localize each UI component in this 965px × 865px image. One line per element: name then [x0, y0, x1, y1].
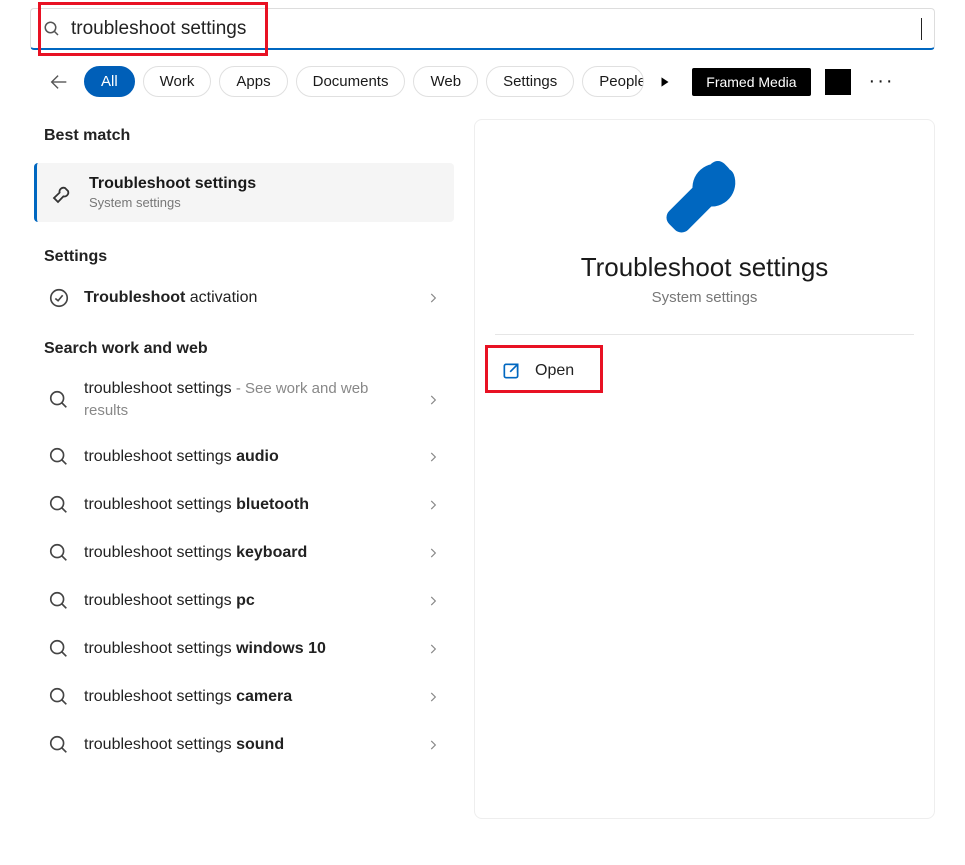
wrench-icon — [51, 181, 75, 205]
web-result-2[interactable]: troubleshoot settings bluetooth — [34, 481, 454, 529]
filter-documents[interactable]: Documents — [296, 66, 406, 97]
search-icon — [48, 590, 70, 612]
check-circle-icon — [48, 287, 70, 309]
search-bar[interactable]: troubleshoot settings — [30, 8, 935, 50]
chevron-right-icon — [426, 393, 440, 407]
section-search-work-web: Search work and web — [34, 332, 454, 366]
settings-result-text: Troubleshoot activation — [84, 289, 412, 307]
text-cursor — [921, 18, 922, 40]
best-match-title: Troubleshoot settings — [89, 175, 256, 193]
framed-media-chip[interactable]: Framed Media — [692, 68, 810, 96]
web-results-list: troubleshoot settings - See work and web… — [34, 366, 454, 769]
more-options[interactable]: ··· — [869, 70, 895, 93]
search-icon — [48, 686, 70, 708]
chevron-right-icon — [426, 291, 440, 305]
chevron-right-icon — [426, 594, 440, 608]
triangle-right-icon — [658, 75, 672, 89]
preview-pane: Troubleshoot settings System settings Op… — [474, 119, 935, 819]
search-icon — [48, 542, 70, 564]
web-result-3[interactable]: troubleshoot settings keyboard — [34, 529, 454, 577]
open-action-wrap: Open — [495, 351, 914, 391]
web-result-text: troubleshoot settings sound — [84, 734, 412, 756]
web-result-text: troubleshoot settings - See work and web… — [84, 378, 412, 421]
search-icon — [43, 20, 61, 38]
best-match-result[interactable]: Troubleshoot settings System settings — [34, 163, 454, 222]
filter-people[interactable]: People — [582, 66, 644, 97]
back-arrow-icon[interactable] — [48, 71, 70, 93]
search-icon — [48, 734, 70, 756]
search-input[interactable]: troubleshoot settings — [71, 18, 921, 40]
web-result-text: troubleshoot settings pc — [84, 590, 412, 612]
web-result-text: troubleshoot settings bluetooth — [84, 494, 412, 516]
open-external-icon — [501, 361, 521, 381]
filter-settings[interactable]: Settings — [486, 66, 574, 97]
best-match-subtitle: System settings — [89, 195, 256, 210]
filter-apps[interactable]: Apps — [219, 66, 287, 97]
filter-all[interactable]: All — [84, 66, 135, 97]
web-result-text: troubleshoot settings windows 10 — [84, 638, 412, 660]
web-result-6[interactable]: troubleshoot settings camera — [34, 673, 454, 721]
results-column: Best match Troubleshoot settings System … — [34, 119, 454, 819]
web-result-0[interactable]: troubleshoot settings - See work and web… — [34, 366, 454, 433]
best-match-text: Troubleshoot settings System settings — [89, 175, 256, 210]
open-label: Open — [535, 362, 574, 380]
search-icon — [48, 446, 70, 468]
section-best-match: Best match — [34, 119, 454, 153]
chevron-right-icon — [426, 498, 440, 512]
preview-header: Troubleshoot settings System settings — [495, 150, 914, 306]
content-area: Best match Troubleshoot settings System … — [0, 105, 965, 819]
web-result-text: troubleshoot settings keyboard — [84, 542, 412, 564]
web-result-text: troubleshoot settings audio — [84, 446, 412, 468]
filter-row: All Work Apps Documents Web Settings Peo… — [0, 50, 965, 105]
section-settings: Settings — [34, 240, 454, 274]
filter-web[interactable]: Web — [413, 66, 478, 97]
chevron-right-icon — [426, 450, 440, 464]
account-square[interactable] — [825, 69, 851, 95]
search-icon — [48, 638, 70, 660]
settings-result-troubleshoot-activation[interactable]: Troubleshoot activation — [34, 274, 454, 322]
chevron-right-icon — [426, 738, 440, 752]
filter-work[interactable]: Work — [143, 66, 212, 97]
chevron-right-icon — [426, 642, 440, 656]
open-action[interactable]: Open — [495, 351, 665, 391]
web-result-1[interactable]: troubleshoot settings audio — [34, 433, 454, 481]
web-result-text: troubleshoot settings camera — [84, 686, 412, 708]
web-result-7[interactable]: troubleshoot settings sound — [34, 721, 454, 769]
filter-scroll-right[interactable] — [652, 69, 678, 95]
divider — [495, 334, 914, 335]
preview-title: Troubleshoot settings — [495, 252, 914, 283]
chevron-right-icon — [426, 546, 440, 560]
wrench-icon-large — [661, 150, 749, 238]
search-icon — [48, 389, 70, 411]
search-bar-wrapper: troubleshoot settings — [0, 0, 965, 50]
web-result-4[interactable]: troubleshoot settings pc — [34, 577, 454, 625]
search-icon — [48, 494, 70, 516]
chevron-right-icon — [426, 690, 440, 704]
preview-subtitle: System settings — [495, 289, 914, 306]
web-result-5[interactable]: troubleshoot settings windows 10 — [34, 625, 454, 673]
